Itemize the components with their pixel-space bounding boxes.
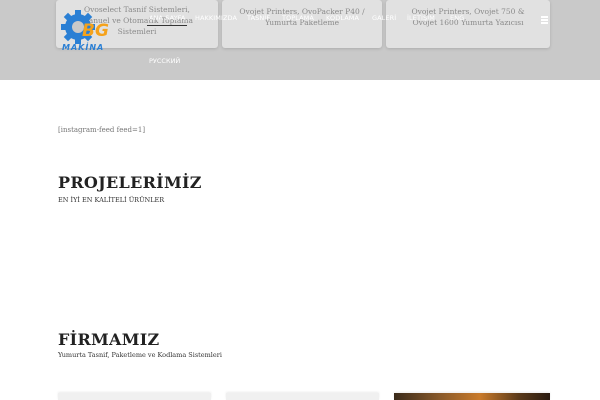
company-card-3-image[interactable]	[394, 393, 550, 400]
nav-item-english[interactable]: ENG	[450, 14, 464, 22]
company-card-2[interactable]	[226, 393, 379, 400]
projects-subtitle: EN İYİ EN KALİTELİ ÜRÜNLER	[58, 196, 165, 204]
nav-item-gallery[interactable]: GALERİ	[372, 14, 396, 22]
hamburger-icon[interactable]	[541, 16, 548, 24]
nav-item-collection[interactable]: TOPLAMA	[282, 14, 314, 22]
nav-item-grading[interactable]: TASNİF	[247, 14, 270, 22]
header-hero: Ovoselect Tasnif Sistemleri, Manuel ve O…	[0, 0, 600, 80]
projects-title: PROJELERİMİZ	[58, 173, 202, 192]
nav-item-home[interactable]: ANA SAYFA	[146, 14, 189, 26]
nav-item-about[interactable]: HAKKIMIZDA	[195, 14, 237, 22]
company-card-1[interactable]	[58, 393, 211, 400]
company-subtitle: Yumurta Tasnif, Paketleme ve Kodlama Sis…	[58, 351, 222, 359]
nav-item-russian[interactable]: РУССКИЙ	[149, 57, 180, 65]
main-nav: ANA SAYFA HAKKIMIZDA TASNİF TOPLAMA KODL…	[0, 14, 600, 28]
nav-item-contact[interactable]: İLETİŞİM	[407, 14, 435, 22]
page: Ovoselect Tasnif Sistemleri, Manuel ve O…	[0, 0, 600, 400]
logo-subtext: MAKİNA	[62, 42, 104, 52]
instagram-feed-shortcode: [instagram-feed feed=1]	[58, 126, 146, 134]
nav-item-coding[interactable]: KODLAMA	[326, 14, 359, 22]
company-title: FİRMAMIZ	[58, 330, 160, 349]
